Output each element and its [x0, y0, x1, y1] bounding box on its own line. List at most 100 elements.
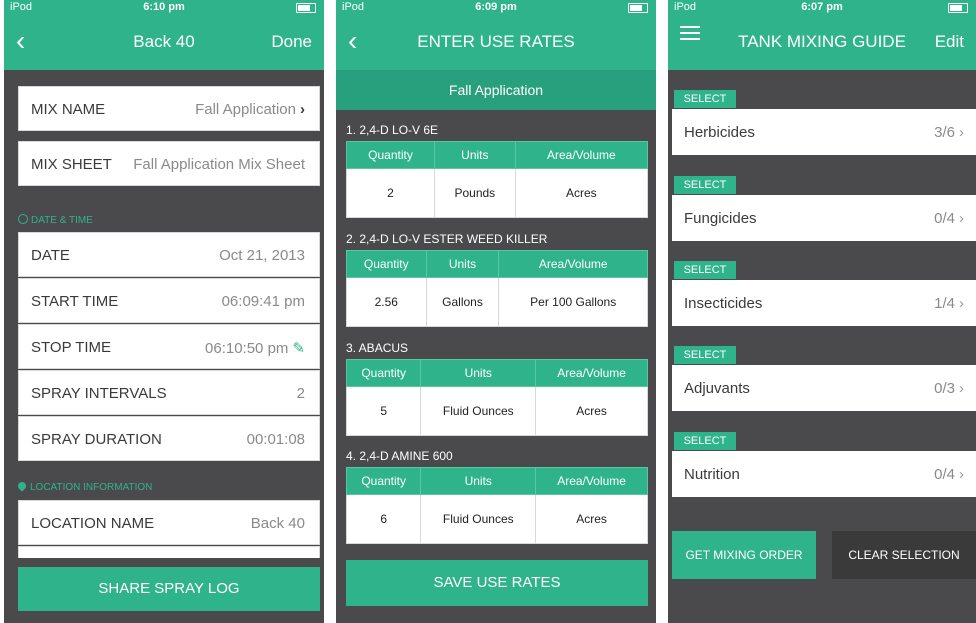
save-use-rates-button[interactable]: SAVE USE RATES	[346, 560, 648, 606]
battery-icon	[948, 3, 968, 13]
product-name: 1. 2,4-D LO-V 6E	[346, 123, 439, 137]
status-bar: iPod 6:10 pm	[4, 0, 324, 14]
spray-intervals-value: 2	[296, 385, 305, 402]
status-bar: iPod 6:09 pm	[336, 0, 656, 14]
location-name-value: Back 40	[250, 515, 305, 532]
mix-name-value: Fall Application ›	[195, 101, 305, 118]
page-title: ENTER USE RATES	[417, 32, 575, 51]
spray-intervals-row[interactable]: SPRAY INTERVALS 2	[18, 370, 320, 415]
page-title: TANK MIXING GUIDE	[738, 32, 906, 51]
spray-duration-label: SPRAY DURATION	[31, 431, 162, 448]
spray-intervals-label: SPRAY INTERVALS	[31, 385, 167, 402]
quantity-header: Quantity	[345, 467, 422, 495]
units-header: Units	[420, 359, 537, 387]
quantity-input[interactable]: 2.56	[346, 277, 427, 327]
location-section-header: LOCATION INFORMATION	[16, 480, 152, 493]
nav-bar: ‹ Back 40 Done	[4, 14, 324, 70]
get-mixing-order-button[interactable]: GET MIXING ORDER	[672, 531, 816, 579]
clear-selection-button[interactable]: CLEAR SELECTION	[832, 531, 976, 579]
units-select[interactable]: Gallons	[425, 277, 500, 327]
select-badge[interactable]: SELECT	[674, 432, 736, 450]
mix-name-row[interactable]: MIX NAME Fall Application ›	[18, 86, 320, 131]
category-herbicides[interactable]: Herbicides 3/6 ›	[672, 109, 976, 155]
quantity-input[interactable]: 6	[345, 494, 422, 544]
next-row-partial	[18, 546, 320, 558]
status-time: 6:10 pm	[143, 1, 185, 13]
units-header: Units	[425, 250, 500, 278]
nav-bar: ‹ ENTER USE RATES	[336, 14, 656, 70]
select-badge[interactable]: SELECT	[674, 346, 736, 364]
use-rates-screen: iPod 6:09 pm ‹ ENTER USE RATES Fall Appl…	[336, 0, 656, 623]
area-volume-header: Area/Volume	[498, 250, 648, 278]
start-time-row[interactable]: START TIME 06:09:41 pm	[18, 278, 320, 323]
category-adjuvants[interactable]: Adjuvants 0/3 ›	[672, 365, 976, 411]
area-volume-select[interactable]: Acres	[514, 168, 649, 218]
status-time: 6:07 pm	[801, 1, 843, 13]
area-volume-header: Area/Volume	[514, 141, 649, 169]
start-time-label: START TIME	[31, 293, 119, 310]
status-time: 6:09 pm	[475, 1, 517, 13]
spray-log-screen: iPod 6:10 pm ‹ Back 40 Done MIX NAME Fal…	[4, 0, 324, 623]
category-nutrition[interactable]: Nutrition 0/4 ›	[672, 451, 976, 497]
mix-sheet-value: Fall Application Mix Sheet	[133, 156, 305, 173]
category-label: Nutrition	[684, 466, 740, 483]
tank-mixing-guide-screen: iPod 6:07 pm TANK MIXING GUIDE Edit SELE…	[668, 0, 976, 623]
share-spray-log-button[interactable]: SHARE SPRAY LOG	[18, 567, 320, 611]
units-header: Units	[420, 467, 537, 495]
battery-icon	[296, 3, 316, 13]
quantity-input[interactable]: 5	[345, 386, 422, 436]
area-volume-header: Area/Volume	[535, 359, 648, 387]
mix-sheet-row[interactable]: MIX SHEET Fall Application Mix Sheet	[18, 141, 320, 186]
category-fungicides[interactable]: Fungicides 0/4 ›	[672, 195, 976, 241]
quantity-input[interactable]: 2	[345, 168, 436, 218]
units-select[interactable]: Fluid Ounces	[420, 494, 537, 544]
select-badge[interactable]: SELECT	[674, 176, 736, 194]
mix-name-label: MIX NAME	[31, 101, 106, 118]
location-name-label: LOCATION NAME	[31, 515, 155, 532]
stop-time-row[interactable]: STOP TIME 06:10:50 pm ✎	[18, 324, 320, 369]
area-volume-header: Area/Volume	[535, 467, 648, 495]
chevron-right-icon: ›	[959, 466, 964, 483]
rate-table: Quantity Units Area/Volume 5 Fluid Ounce…	[345, 359, 648, 436]
product-name: 3. ABACUS	[346, 341, 409, 355]
category-count: 3/6 ›	[934, 124, 964, 141]
product-name: 2. 2,4-D LO-V ESTER WEED KILLER	[346, 232, 548, 246]
nav-bar: TANK MIXING GUIDE Edit	[668, 14, 976, 70]
select-badge[interactable]: SELECT	[674, 261, 736, 279]
category-count: 0/4 ›	[934, 466, 964, 483]
spray-duration-row[interactable]: SPRAY DURATION 00:01:08	[18, 416, 320, 461]
units-select[interactable]: Fluid Ounces	[420, 386, 537, 436]
units-select[interactable]: Pounds	[434, 168, 516, 218]
edit-button[interactable]: Edit	[935, 32, 964, 52]
start-time-value: 06:09:41 pm	[221, 293, 305, 310]
category-count: 1/4 ›	[934, 295, 964, 312]
rate-table: Quantity Units Area/Volume 2 Pounds Acre…	[345, 141, 649, 218]
location-pin-icon	[16, 480, 28, 492]
category-label: Fungicides	[684, 210, 757, 227]
area-volume-select[interactable]: Per 100 Gallons	[498, 277, 648, 327]
category-label: Adjuvants	[684, 380, 750, 397]
quantity-header: Quantity	[346, 250, 427, 278]
chevron-right-icon: ›	[300, 101, 305, 118]
chevron-right-icon: ›	[959, 210, 964, 227]
location-name-row[interactable]: LOCATION NAME Back 40	[18, 500, 320, 545]
category-count: 0/4 ›	[934, 210, 964, 227]
area-volume-select[interactable]: Acres	[535, 386, 648, 436]
date-time-section-header: DATE & TIME	[18, 214, 93, 226]
category-label: Insecticides	[684, 295, 763, 312]
area-volume-select[interactable]: Acres	[535, 494, 648, 544]
quantity-header: Quantity	[345, 141, 436, 169]
date-label: DATE	[31, 247, 70, 264]
rate-table: Quantity Units Area/Volume 2.56 Gallons …	[346, 250, 648, 327]
done-button[interactable]: Done	[271, 32, 312, 52]
category-insecticides[interactable]: Insecticides 1/4 ›	[672, 280, 976, 326]
stop-time-label: STOP TIME	[31, 339, 112, 356]
select-badge[interactable]: SELECT	[674, 90, 736, 108]
chevron-right-icon: ›	[959, 295, 964, 312]
clock-icon	[18, 214, 28, 224]
date-value: Oct 21, 2013	[219, 247, 305, 264]
pencil-icon[interactable]: ✎	[292, 339, 305, 357]
date-row[interactable]: DATE Oct 21, 2013	[18, 232, 320, 277]
chevron-right-icon: ›	[959, 124, 964, 141]
mix-sheet-label: MIX SHEET	[31, 156, 112, 173]
